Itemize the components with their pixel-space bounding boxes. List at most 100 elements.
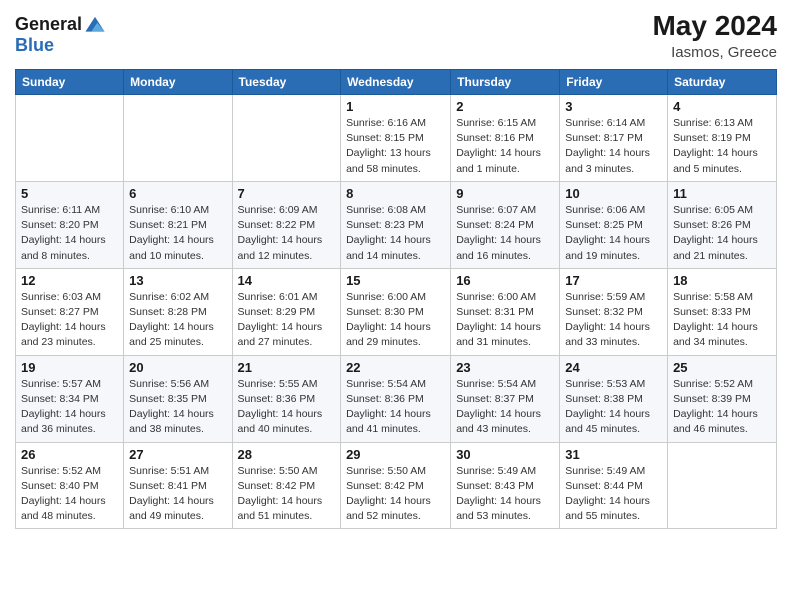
day-cell-2-7: 11 Sunrise: 6:05 AM Sunset: 8:26 PM Dayli… <box>668 181 777 268</box>
day-cell-5-1: 26 Sunrise: 5:52 AM Sunset: 8:40 PM Dayli… <box>16 442 124 529</box>
day-number: 22 <box>346 360 445 375</box>
day-number: 6 <box>129 186 226 201</box>
calendar-table: Sunday Monday Tuesday Wednesday Thursday… <box>15 69 777 529</box>
logo-icon <box>84 14 106 36</box>
day-number: 23 <box>456 360 554 375</box>
day-number: 5 <box>21 186 118 201</box>
day-info: Sunrise: 6:00 AM Sunset: 8:31 PM Dayligh… <box>456 290 554 351</box>
day-cell-4-4: 22 Sunrise: 5:54 AM Sunset: 8:36 PM Dayli… <box>341 355 451 442</box>
day-cell-1-2 <box>124 95 232 182</box>
day-number: 19 <box>21 360 118 375</box>
day-info: Sunrise: 5:50 AM Sunset: 8:42 PM Dayligh… <box>238 464 336 525</box>
day-number: 28 <box>238 447 336 462</box>
month-title: May 2024 <box>652 10 777 42</box>
day-cell-5-4: 29Sunrise: 5:50 AM Sunset: 8:42 PM Dayli… <box>341 442 451 529</box>
day-number: 7 <box>238 186 336 201</box>
week-row-5: 26 Sunrise: 5:52 AM Sunset: 8:40 PM Dayli… <box>16 442 777 529</box>
title-block: May 2024 Iasmos, Greece <box>652 10 777 61</box>
day-info: Sunrise: 6:14 AM Sunset: 8:17 PM Dayligh… <box>565 116 662 177</box>
day-info: Sunrise: 6:11 AM Sunset: 8:20 PM Dayligh… <box>21 203 118 264</box>
day-number: 14 <box>238 273 336 288</box>
col-wednesday: Wednesday <box>341 70 451 95</box>
day-info: Sunrise: 5:52 AM Sunset: 8:39 PM Dayligh… <box>673 377 771 438</box>
day-cell-5-6: 31 Sunrise: 5:49 AM Sunset: 8:44 PM Dayli… <box>560 442 668 529</box>
day-cell-2-4: 8Sunrise: 6:08 AM Sunset: 8:23 PM Daylig… <box>341 181 451 268</box>
day-cell-2-2: 6 Sunrise: 6:10 AM Sunset: 8:21 PM Daylig… <box>124 181 232 268</box>
day-number: 31 <box>565 447 662 462</box>
day-number: 1 <box>346 99 445 114</box>
col-saturday: Saturday <box>668 70 777 95</box>
day-number: 4 <box>673 99 771 114</box>
day-info: Sunrise: 6:15 AM Sunset: 8:16 PM Dayligh… <box>456 116 554 177</box>
day-number: 3 <box>565 99 662 114</box>
day-cell-3-6: 17 Sunrise: 5:59 AM Sunset: 8:32 PM Dayli… <box>560 268 668 355</box>
day-cell-3-3: 14 Sunrise: 6:01 AM Sunset: 8:29 PM Dayli… <box>232 268 341 355</box>
day-number: 2 <box>456 99 554 114</box>
week-row-4: 19 Sunrise: 5:57 AM Sunset: 8:34 PM Dayli… <box>16 355 777 442</box>
day-info: Sunrise: 6:16 AM Sunset: 8:15 PM Dayligh… <box>346 116 445 177</box>
day-info: Sunrise: 5:59 AM Sunset: 8:32 PM Dayligh… <box>565 290 662 351</box>
day-number: 16 <box>456 273 554 288</box>
day-cell-1-3 <box>232 95 341 182</box>
day-info: Sunrise: 5:49 AM Sunset: 8:44 PM Dayligh… <box>565 464 662 525</box>
day-number: 9 <box>456 186 554 201</box>
day-info: Sunrise: 6:10 AM Sunset: 8:21 PM Dayligh… <box>129 203 226 264</box>
day-info: Sunrise: 5:52 AM Sunset: 8:40 PM Dayligh… <box>21 464 118 525</box>
day-number: 30 <box>456 447 554 462</box>
day-cell-3-4: 15 Sunrise: 6:00 AM Sunset: 8:30 PM Dayli… <box>341 268 451 355</box>
day-cell-4-6: 24Sunrise: 5:53 AM Sunset: 8:38 PM Dayli… <box>560 355 668 442</box>
day-number: 11 <box>673 186 771 201</box>
day-info: Sunrise: 6:08 AM Sunset: 8:23 PM Dayligh… <box>346 203 445 264</box>
day-number: 12 <box>21 273 118 288</box>
day-cell-4-3: 21Sunrise: 5:55 AM Sunset: 8:36 PM Dayli… <box>232 355 341 442</box>
day-number: 10 <box>565 186 662 201</box>
calendar-header-row: Sunday Monday Tuesday Wednesday Thursday… <box>16 70 777 95</box>
day-cell-1-6: 3 Sunrise: 6:14 AM Sunset: 8:17 PM Daylig… <box>560 95 668 182</box>
day-number: 17 <box>565 273 662 288</box>
day-cell-1-1 <box>16 95 124 182</box>
day-number: 26 <box>21 447 118 462</box>
day-cell-4-5: 23 Sunrise: 5:54 AM Sunset: 8:37 PM Dayli… <box>451 355 560 442</box>
day-cell-1-7: 4Sunrise: 6:13 AM Sunset: 8:19 PM Daylig… <box>668 95 777 182</box>
day-number: 18 <box>673 273 771 288</box>
location-title: Iasmos, Greece <box>652 44 777 61</box>
day-info: Sunrise: 5:49 AM Sunset: 8:43 PM Dayligh… <box>456 464 554 525</box>
col-thursday: Thursday <box>451 70 560 95</box>
day-cell-2-1: 5 Sunrise: 6:11 AM Sunset: 8:20 PM Daylig… <box>16 181 124 268</box>
day-info: Sunrise: 5:54 AM Sunset: 8:37 PM Dayligh… <box>456 377 554 438</box>
day-cell-3-2: 13Sunrise: 6:02 AM Sunset: 8:28 PM Dayli… <box>124 268 232 355</box>
day-cell-5-5: 30 Sunrise: 5:49 AM Sunset: 8:43 PM Dayli… <box>451 442 560 529</box>
day-cell-5-3: 28 Sunrise: 5:50 AM Sunset: 8:42 PM Dayli… <box>232 442 341 529</box>
day-info: Sunrise: 5:55 AM Sunset: 8:36 PM Dayligh… <box>238 377 336 438</box>
col-monday: Monday <box>124 70 232 95</box>
day-info: Sunrise: 5:57 AM Sunset: 8:34 PM Dayligh… <box>21 377 118 438</box>
day-number: 13 <box>129 273 226 288</box>
day-cell-1-4: 1 Sunrise: 6:16 AM Sunset: 8:15 PM Daylig… <box>341 95 451 182</box>
day-info: Sunrise: 6:06 AM Sunset: 8:25 PM Dayligh… <box>565 203 662 264</box>
col-friday: Friday <box>560 70 668 95</box>
day-info: Sunrise: 5:50 AM Sunset: 8:42 PM Dayligh… <box>346 464 445 525</box>
day-cell-4-2: 20 Sunrise: 5:56 AM Sunset: 8:35 PM Dayli… <box>124 355 232 442</box>
day-cell-5-2: 27Sunrise: 5:51 AM Sunset: 8:41 PM Dayli… <box>124 442 232 529</box>
week-row-3: 12 Sunrise: 6:03 AM Sunset: 8:27 PM Dayli… <box>16 268 777 355</box>
day-info: Sunrise: 6:07 AM Sunset: 8:24 PM Dayligh… <box>456 203 554 264</box>
day-info: Sunrise: 6:01 AM Sunset: 8:29 PM Dayligh… <box>238 290 336 351</box>
day-info: Sunrise: 5:56 AM Sunset: 8:35 PM Dayligh… <box>129 377 226 438</box>
week-row-1: 1 Sunrise: 6:16 AM Sunset: 8:15 PM Daylig… <box>16 95 777 182</box>
day-number: 25 <box>673 360 771 375</box>
day-info: Sunrise: 6:03 AM Sunset: 8:27 PM Dayligh… <box>21 290 118 351</box>
day-info: Sunrise: 5:54 AM Sunset: 8:36 PM Dayligh… <box>346 377 445 438</box>
day-info: Sunrise: 5:58 AM Sunset: 8:33 PM Dayligh… <box>673 290 771 351</box>
day-info: Sunrise: 6:05 AM Sunset: 8:26 PM Dayligh… <box>673 203 771 264</box>
col-tuesday: Tuesday <box>232 70 341 95</box>
day-cell-3-7: 18 Sunrise: 5:58 AM Sunset: 8:33 PM Dayli… <box>668 268 777 355</box>
day-cell-5-7 <box>668 442 777 529</box>
day-number: 24 <box>565 360 662 375</box>
day-number: 20 <box>129 360 226 375</box>
day-cell-4-7: 25 Sunrise: 5:52 AM Sunset: 8:39 PM Dayli… <box>668 355 777 442</box>
day-cell-4-1: 19 Sunrise: 5:57 AM Sunset: 8:34 PM Dayli… <box>16 355 124 442</box>
day-number: 15 <box>346 273 445 288</box>
day-info: Sunrise: 6:00 AM Sunset: 8:30 PM Dayligh… <box>346 290 445 351</box>
day-cell-1-5: 2 Sunrise: 6:15 AM Sunset: 8:16 PM Daylig… <box>451 95 560 182</box>
logo-text-general: General <box>15 15 82 35</box>
